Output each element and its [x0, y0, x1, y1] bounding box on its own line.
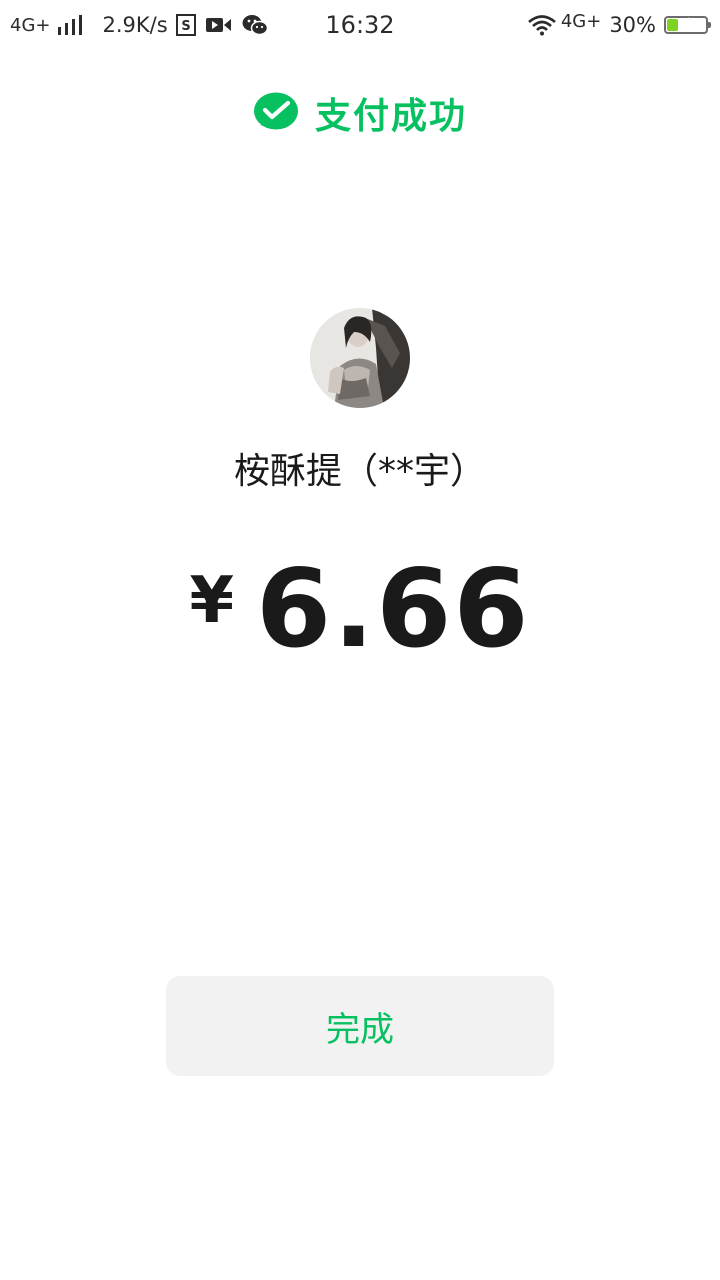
status-bar: 4G+ 2.9K/s S 16:32 4G+ 30% ⚡ [0, 0, 720, 50]
charging-bolt-icon: ⚡ [681, 15, 691, 29]
battery-icon: ⚡ [664, 15, 711, 34]
user-avatar [310, 308, 410, 408]
page-title: 支付成功 [314, 96, 467, 137]
done-button[interactable]: 完成 [166, 976, 554, 1076]
battery-percent: 30% [609, 13, 656, 37]
status-bar-right: 4G+ 30% ⚡ [527, 10, 711, 40]
wechat-pay-check-icon [253, 92, 298, 130]
payee-name: 桉酥提（**宇） [233, 451, 486, 492]
network-type-label-right: 4G+ [560, 10, 602, 32]
wifi-icon [527, 14, 557, 36]
payment-amount: ¥ 6.66 [0, 556, 720, 666]
payment-success-header: 支付成功 [0, 88, 720, 138]
amount-value: 6.66 [256, 547, 531, 672]
currency-symbol: ¥ [189, 564, 235, 638]
avatar [310, 308, 410, 408]
